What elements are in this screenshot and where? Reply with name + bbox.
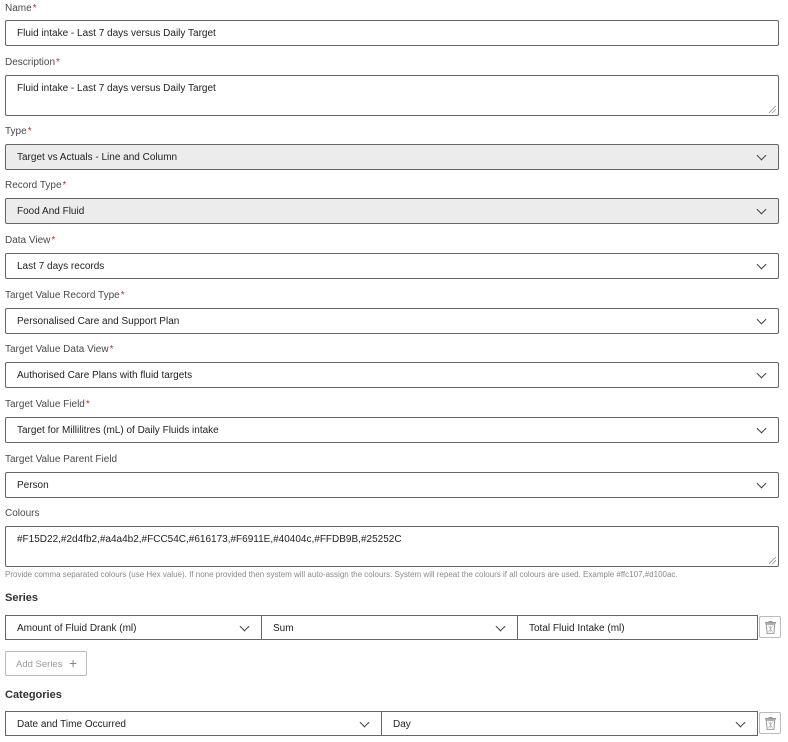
add-series-label: Add Series — [16, 659, 63, 670]
target-field-value: Target for Millilitres (mL) of Daily Flu… — [17, 425, 219, 436]
resize-handle-icon[interactable] — [769, 557, 776, 564]
series-name-input[interactable]: Total Fluid Intake (ml) — [517, 615, 758, 640]
type-value: Target vs Actuals - Line and Column — [17, 152, 178, 163]
chevron-down-icon — [735, 717, 746, 728]
category-grouping-select[interactable]: Day — [381, 711, 758, 736]
name-value: Fluid intake - Last 7 days versus Daily … — [17, 28, 216, 39]
trash-icon — [765, 621, 776, 634]
category-field-select[interactable]: Date and Time Occurred — [5, 711, 382, 736]
chevron-down-icon — [359, 717, 370, 728]
plus-icon: + — [69, 655, 78, 671]
chevron-down-icon — [495, 621, 506, 632]
data-view-label: Data View* — [5, 235, 56, 246]
target-parent-field-value: Person — [17, 480, 49, 491]
target-parent-field-label: Target Value Parent Field — [5, 454, 118, 465]
category-field-value: Date and Time Occurred — [17, 719, 126, 730]
chevron-down-icon — [756, 259, 767, 270]
target-record-type-value: Personalised Care and Support Plan — [17, 316, 180, 327]
series-heading: Series — [5, 592, 39, 604]
add-series-button[interactable]: Add Series + — [5, 651, 87, 676]
description-textarea[interactable]: Fluid intake - Last 7 days versus Daily … — [5, 75, 779, 116]
series-aggregate-value: Sum — [273, 623, 294, 634]
chevron-down-icon — [756, 368, 767, 379]
colours-textarea[interactable]: #F15D22,#2d4fb2,#a4a4b2,#FCC54C,#616173,… — [5, 526, 779, 567]
chevron-down-icon — [756, 150, 767, 161]
colours-label: Colours — [5, 508, 40, 519]
chevron-down-icon — [756, 478, 767, 489]
description-value: Fluid intake - Last 7 days versus Daily … — [17, 83, 216, 94]
data-view-value: Last 7 days records — [17, 261, 105, 272]
chevron-down-icon — [756, 423, 767, 434]
target-data-view-label: Target Value Data View* — [5, 344, 114, 355]
name-label: Name* — [5, 3, 37, 14]
record-type-value: Food And Fluid — [17, 206, 85, 217]
target-record-type-label: Target Value Record Type* — [5, 290, 125, 301]
delete-category-button[interactable] — [759, 712, 781, 734]
categories-heading: Categories — [5, 689, 62, 701]
colours-help-text: Provide comma separated colours (use Hex… — [5, 570, 678, 579]
series-field-value: Amount of Fluid Drank (ml) — [17, 623, 137, 634]
type-label: Type* — [5, 126, 32, 137]
series-aggregate-select[interactable]: Sum — [261, 615, 518, 640]
target-data-view-select[interactable]: Authorised Care Plans with fluid targets — [5, 362, 779, 388]
description-label: Description* — [5, 57, 60, 68]
name-input[interactable]: Fluid intake - Last 7 days versus Daily … — [5, 20, 779, 46]
target-record-type-select[interactable]: Personalised Care and Support Plan — [5, 308, 779, 334]
target-field-select[interactable]: Target for Millilitres (mL) of Daily Flu… — [5, 417, 779, 443]
target-data-view-value: Authorised Care Plans with fluid targets — [17, 370, 193, 381]
target-field-label: Target Value Field* — [5, 399, 90, 410]
type-select[interactable]: Target vs Actuals - Line and Column — [5, 144, 779, 170]
data-view-select[interactable]: Last 7 days records — [5, 253, 779, 279]
series-field-select[interactable]: Amount of Fluid Drank (ml) — [5, 615, 262, 640]
record-type-label: Record Type* — [5, 180, 67, 191]
delete-series-button[interactable] — [759, 616, 781, 638]
chevron-down-icon — [239, 621, 250, 632]
chevron-down-icon — [756, 204, 767, 215]
series-name-value: Total Fluid Intake (ml) — [529, 623, 625, 634]
resize-handle-icon[interactable] — [769, 106, 776, 113]
colours-value: #F15D22,#2d4fb2,#a4a4b2,#FCC54C,#616173,… — [17, 534, 402, 545]
record-type-select[interactable]: Food And Fluid — [5, 198, 779, 224]
category-grouping-value: Day — [393, 719, 411, 730]
trash-icon — [765, 717, 776, 730]
chevron-down-icon — [756, 314, 767, 325]
target-parent-field-select[interactable]: Person — [5, 472, 779, 498]
